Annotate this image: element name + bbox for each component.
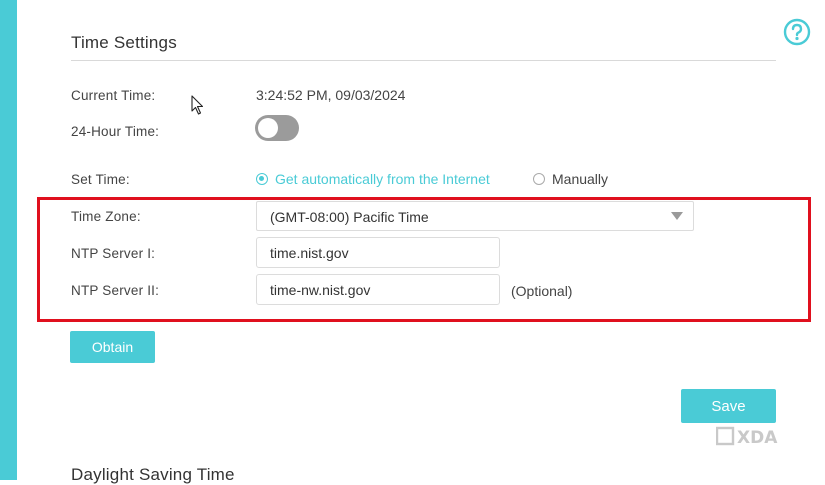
time-zone-label: Time Zone: [71, 209, 141, 224]
daylight-saving-title: Daylight Saving Time [71, 465, 235, 484]
ntp-server2-input[interactable]: time-nw.nist.gov [256, 274, 500, 305]
hour24-label: 24-Hour Time: [71, 124, 160, 139]
title-divider [71, 60, 776, 61]
current-time-value: 3:24:52 PM, 09/03/2024 [256, 87, 406, 103]
hour24-toggle[interactable] [255, 115, 299, 141]
mouse-pointer-icon [191, 95, 204, 115]
radio-auto-label: Get automatically from the Internet [275, 171, 490, 187]
toggle-knob [258, 118, 278, 138]
caret-down-icon[interactable] [671, 212, 683, 220]
current-time-label: Current Time: [71, 88, 156, 103]
set-time-label: Set Time: [71, 172, 130, 187]
xda-watermark-logo: XDA [716, 426, 778, 447]
left-accent-bar [0, 0, 17, 480]
obtain-button[interactable]: Obtain [70, 331, 155, 363]
radio-manual-label: Manually [552, 171, 609, 187]
radio-manually[interactable]: Manually [533, 171, 608, 187]
save-button[interactable]: Save [681, 389, 776, 423]
watermark-text: XDA [737, 428, 778, 447]
radio-unchecked-icon[interactable] [533, 173, 545, 185]
time-zone-select[interactable]: (GMT-08:00) Pacific Time [256, 201, 694, 231]
help-circle-icon[interactable] [783, 18, 811, 46]
ntp-server1-label: NTP Server I: [71, 246, 156, 261]
ntp-server1-input[interactable]: time.nist.gov [256, 237, 500, 268]
ntp-server2-label: NTP Server II: [71, 283, 160, 298]
time-zone-value: (GMT-08:00) Pacific Time [270, 209, 429, 225]
radio-checked-icon[interactable] [256, 173, 268, 185]
radio-auto-internet[interactable]: Get automatically from the Internet [256, 171, 490, 187]
page-title: Time Settings [71, 33, 177, 52]
optional-hint: (Optional) [511, 283, 573, 299]
